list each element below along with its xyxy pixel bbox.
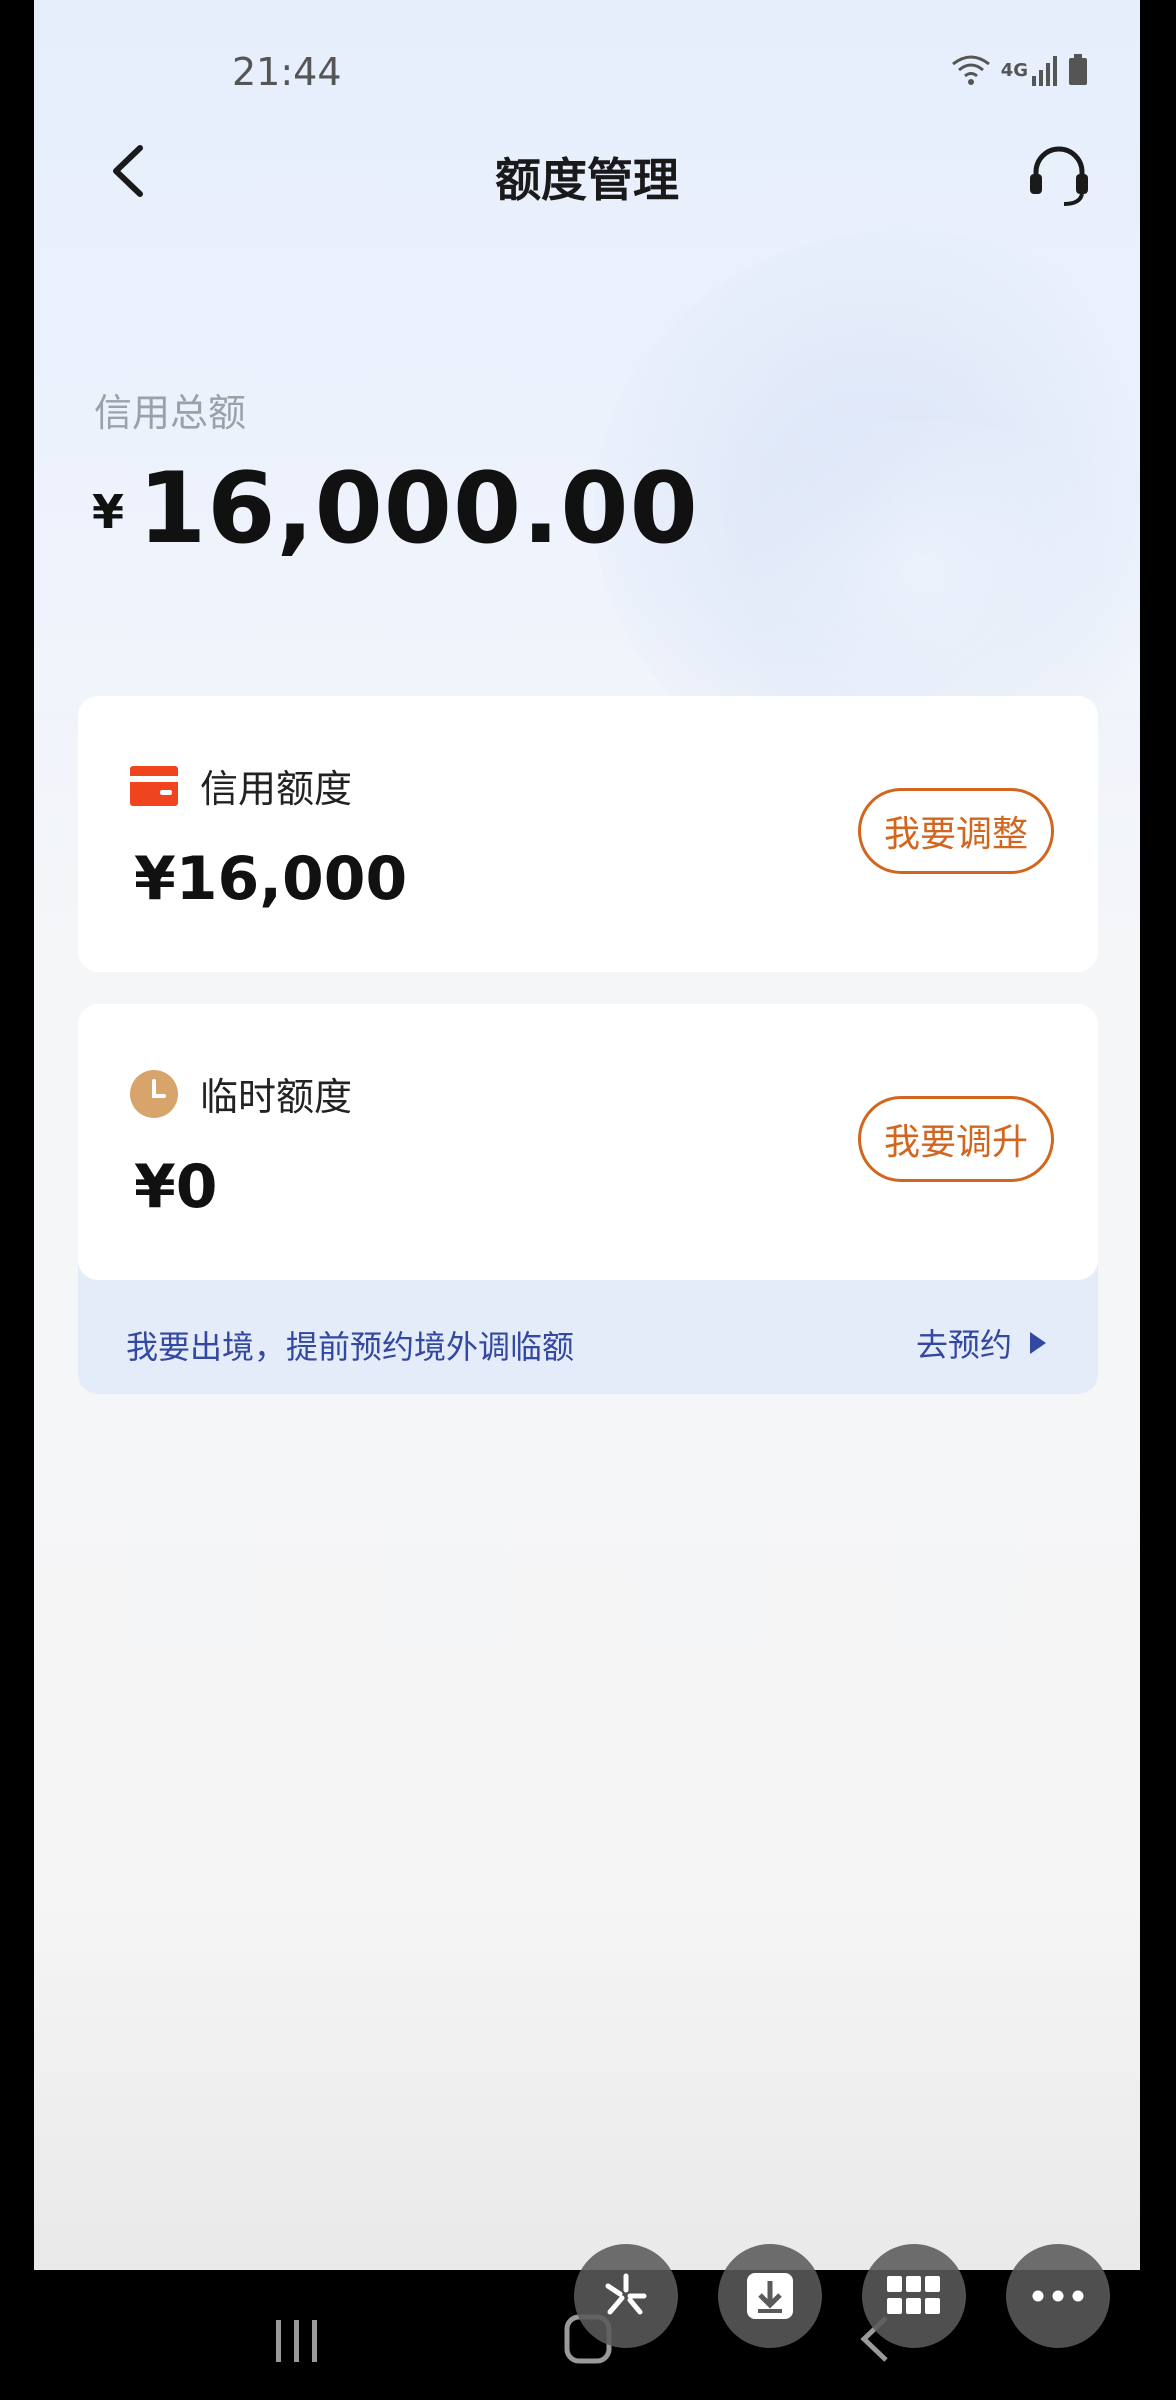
- currency-symbol: ¥: [92, 485, 125, 539]
- abroad-reservation-text: 我要出境，提前预约境外调临额: [126, 1328, 575, 1366]
- temporary-limit-value: ¥0: [134, 1152, 218, 1222]
- play-arrow-icon: [1030, 1332, 1046, 1354]
- sparkle-icon: [605, 2273, 647, 2315]
- reserve-link[interactable]: 去预约: [916, 1320, 1046, 1366]
- total-credit-label: 信用总额: [94, 391, 247, 435]
- more-options-button[interactable]: [1006, 2244, 1110, 2348]
- network-type: 4G: [1000, 59, 1028, 81]
- apps-grid-button[interactable]: [862, 2244, 966, 2348]
- customer-service-icon[interactable]: [1024, 140, 1094, 210]
- temporary-limit-label: 临时额度: [200, 1075, 353, 1119]
- credit-limit-label: 信用额度: [200, 767, 353, 811]
- battery-icon: [1069, 54, 1087, 85]
- status-time: 21:44: [232, 50, 342, 94]
- raise-limit-button[interactable]: 我要调升: [858, 1096, 1054, 1182]
- temporary-limit-card: 临时额度 ¥0 我要调升: [78, 1004, 1098, 1280]
- background-decoration: [714, 420, 1134, 720]
- app-screen: 21:44 4G 额度管理 信用总额 ¥16,000.00 信用额度 ¥16,0…: [34, 0, 1140, 2270]
- credit-card-icon: [130, 766, 178, 806]
- more-dots-icon: [1032, 2290, 1084, 2302]
- page-title: 额度管理: [495, 153, 679, 207]
- signal-icon: [1032, 56, 1057, 86]
- smart-select-button[interactable]: [574, 2244, 678, 2348]
- clock-icon: [130, 1070, 178, 1118]
- credit-limit-card: 信用额度 ¥16,000 我要调整: [78, 696, 1098, 972]
- total-credit-value: 16,000.00: [138, 452, 699, 566]
- reserve-link-label: 去预约: [915, 1326, 1012, 1364]
- status-icons: 4G: [951, 54, 1088, 86]
- save-screenshot-button[interactable]: [718, 2244, 822, 2348]
- total-credit-amount: ¥16,000.00: [92, 452, 699, 566]
- recent-apps-icon[interactable]: [274, 2318, 322, 2364]
- grid-icon: [887, 2276, 940, 2314]
- abroad-reservation-banner[interactable]: 我要出境，提前预约境外调临额 去预约: [78, 1262, 1098, 1394]
- credit-limit-value: ¥16,000: [134, 844, 408, 914]
- adjust-limit-button[interactable]: 我要调整: [858, 788, 1054, 874]
- download-icon: [747, 2273, 793, 2319]
- wifi-icon: [951, 55, 990, 85]
